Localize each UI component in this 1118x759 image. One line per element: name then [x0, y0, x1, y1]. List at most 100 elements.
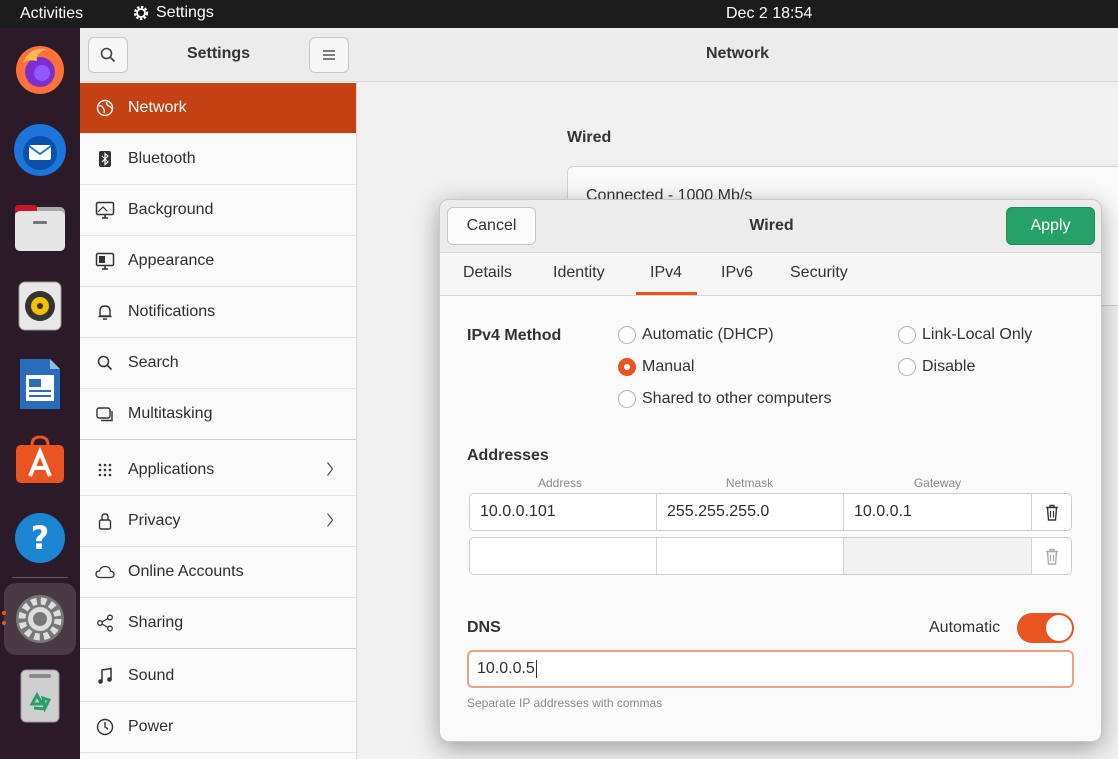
sidebar-item-label: Appearance	[128, 252, 215, 269]
radio-disable[interactable]: Disable	[898, 358, 975, 376]
main-menu-button[interactable]	[309, 37, 349, 73]
sidebar-item-online-accounts[interactable]: Online Accounts	[80, 547, 356, 598]
sidebar-item-background[interactable]: Background	[80, 185, 356, 236]
column-header-address: Address	[537, 476, 583, 490]
libreoffice-writer-icon[interactable]	[12, 356, 68, 412]
radio-label: Shared to other computers	[642, 390, 832, 407]
sidebar-item-label: Multitasking	[128, 405, 213, 422]
sidebar-item-label: Privacy	[128, 512, 181, 529]
ipv4-method-label: IPv4 Method	[467, 327, 562, 344]
app-name: Settings	[156, 4, 214, 21]
tab-security[interactable]: Security	[790, 264, 848, 282]
address-field[interactable]: 10.0.0.101	[470, 494, 657, 530]
trash-icon[interactable]	[12, 668, 68, 724]
radio-label: Automatic (DHCP)	[642, 326, 774, 343]
firefox-icon[interactable]	[12, 42, 68, 98]
sidebar-item-label: Applications	[128, 461, 215, 478]
column-header-gateway: Gateway	[913, 476, 962, 490]
sidebar-header: Settings	[80, 28, 357, 82]
radio-indicator	[898, 326, 916, 344]
appearance-icon	[80, 252, 128, 270]
lock-icon	[80, 512, 128, 530]
sidebar-item-appearance[interactable]: Appearance	[80, 236, 356, 287]
sidebar-item-label: Network	[128, 99, 187, 116]
hamburger-menu-icon	[323, 50, 335, 60]
sidebar-item-applications[interactable]: Applications	[80, 445, 356, 496]
tab-ipv4[interactable]: IPv4	[650, 264, 682, 282]
address-field[interactable]	[470, 538, 657, 574]
radio-label: Manual	[642, 358, 695, 375]
active-tab-indicator	[636, 292, 697, 295]
music-note-icon	[80, 667, 128, 685]
clock[interactable]: Dec 2 18:54	[726, 5, 812, 23]
app-menu[interactable]: Settings	[132, 4, 214, 22]
dns-label: DNS	[467, 619, 501, 636]
netmask-field[interactable]: 255.255.255.0	[657, 494, 844, 530]
rhythmbox-icon[interactable]	[12, 278, 68, 334]
delete-address-button[interactable]	[1032, 494, 1071, 530]
radio-shared[interactable]: Shared to other computers	[618, 390, 831, 408]
addresses-label: Addresses	[467, 447, 549, 464]
gear-icon	[133, 5, 149, 21]
apply-button[interactable]: Apply	[1006, 207, 1095, 245]
address-row: 10.0.0.101 255.255.255.0 10.0.0.1	[469, 493, 1072, 531]
cloud-icon	[80, 565, 128, 579]
sidebar-item-label: Power	[128, 718, 174, 735]
tab-ipv6[interactable]: IPv6	[721, 264, 753, 282]
tab-identity[interactable]: Identity	[553, 264, 605, 282]
activities-button[interactable]: Activities	[20, 5, 83, 23]
cancel-button[interactable]: Cancel	[447, 207, 536, 245]
page-title: Network	[705, 45, 770, 62]
dns-automatic-toggle[interactable]	[1017, 613, 1074, 643]
wired-settings-dialog: Wired Cancel Apply Details Identity IPv4…	[439, 199, 1102, 742]
sidebar-item-search[interactable]: Search	[80, 338, 356, 389]
dock: ?	[0, 28, 80, 759]
chevron-right-icon	[326, 513, 334, 527]
dialog-tabs: Details Identity IPv4 IPv6 Security	[440, 253, 1101, 296]
trash-icon	[1045, 548, 1058, 565]
sidebar-item-power[interactable]: Power	[80, 702, 356, 753]
sidebar-item-privacy[interactable]: Privacy	[80, 496, 356, 547]
sidebar-item-notifications[interactable]: Notifications	[80, 287, 356, 338]
radio-automatic-dhcp[interactable]: Automatic (DHCP)	[618, 326, 774, 344]
thunderbird-icon[interactable]	[12, 122, 68, 178]
tab-details[interactable]: Details	[463, 264, 512, 282]
main-header: Network	[357, 28, 1118, 82]
netmask-field[interactable]	[657, 538, 844, 574]
radio-label: Disable	[922, 358, 976, 375]
sidebar-item-label: Search	[128, 354, 179, 371]
sidebar-item-label: Sharing	[128, 614, 184, 631]
sidebar-item-sharing[interactable]: Sharing	[80, 598, 356, 649]
files-icon[interactable]	[12, 200, 68, 256]
app-center-icon[interactable]	[12, 432, 68, 488]
address-row	[469, 537, 1072, 575]
chevron-right-icon	[326, 462, 334, 476]
share-icon	[80, 614, 128, 632]
bluetooth-icon	[80, 150, 128, 168]
radio-manual[interactable]: Manual	[618, 358, 694, 376]
dns-value: 10.0.0.5	[477, 660, 535, 677]
dns-input[interactable]: 10.0.0.5	[467, 650, 1074, 688]
help-icon[interactable]: ?	[12, 510, 68, 566]
top-bar: Activities Settings Dec 2 18:54	[0, 0, 1118, 28]
sidebar-item-sound[interactable]: Sound	[80, 651, 356, 702]
sidebar-item-network[interactable]: Network	[80, 83, 356, 134]
gateway-field[interactable]: 10.0.0.1	[844, 494, 1032, 530]
dock-separator	[12, 577, 68, 578]
radio-indicator	[618, 358, 636, 376]
dialog-title: Wired	[749, 217, 794, 234]
gateway-field[interactable]	[844, 538, 1032, 574]
network-icon	[80, 99, 128, 117]
sidebar-item-multitasking[interactable]: Multitasking	[80, 389, 356, 440]
sidebar-item-bluetooth[interactable]: Bluetooth	[80, 134, 356, 185]
text-caret	[535, 660, 537, 678]
sidebar-item-label: Sound	[128, 667, 175, 684]
sidebar-item-label: Bluetooth	[128, 150, 196, 167]
delete-address-button[interactable]	[1032, 538, 1071, 574]
radio-link-local-only[interactable]: Link-Local Only	[898, 326, 1032, 344]
settings-icon[interactable]	[12, 591, 68, 647]
multitasking-icon	[80, 406, 128, 422]
column-header-netmask: Netmask	[725, 476, 774, 490]
running-indicator	[2, 621, 6, 625]
radio-label: Link-Local Only	[922, 326, 1033, 343]
